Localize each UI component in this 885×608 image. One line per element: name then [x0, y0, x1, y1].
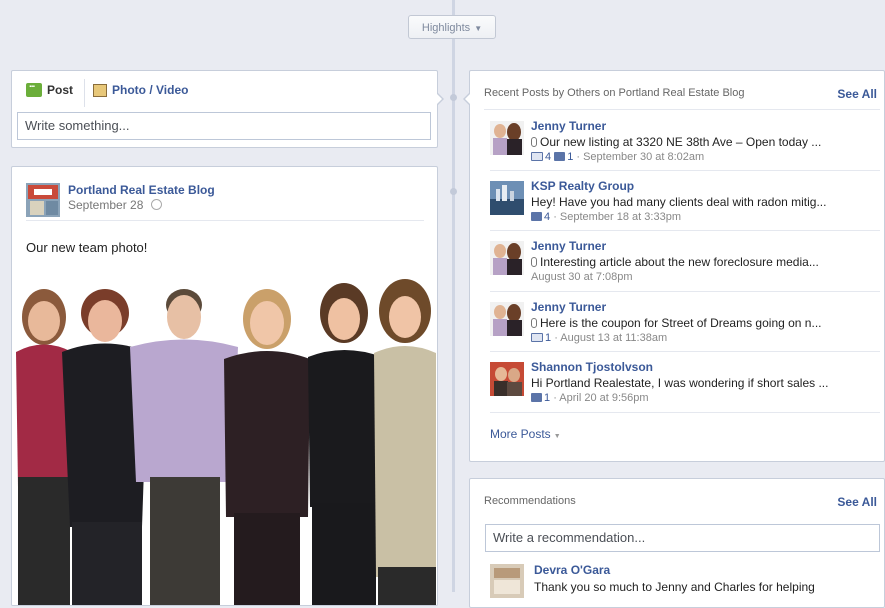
avatar[interactable]: [490, 564, 524, 598]
recommendations-card: Recommendations See All Write a recommen…: [469, 478, 885, 608]
see-all-link[interactable]: See All: [837, 495, 877, 509]
more-posts-label: More Posts: [490, 427, 551, 441]
comment-count[interactable]: 1: [544, 392, 550, 404]
divider: [490, 412, 880, 413]
attachment-icon: [531, 137, 537, 147]
divider: [490, 291, 880, 292]
page-avatar[interactable]: [26, 183, 60, 217]
post-text: Our new team photo!: [26, 240, 148, 255]
recommendations-heading: Recommendations: [484, 495, 576, 507]
chevron-down-icon: ▼: [474, 24, 483, 33]
post-time[interactable]: · September 18 at 3:33pm: [553, 211, 681, 223]
author-name[interactable]: Shannon Tjostolvson: [531, 360, 653, 374]
tab-divider: [84, 79, 85, 107]
composer-card: Post Photo / Video Write something...: [11, 70, 444, 148]
like-count[interactable]: 4: [545, 151, 551, 163]
author-name[interactable]: Jenny Turner: [531, 119, 606, 133]
divider: [26, 220, 424, 221]
more-posts-link[interactable]: More Posts ▼: [490, 427, 561, 441]
chevron-down-icon: ▼: [553, 433, 561, 440]
timeline-spine: [452, 0, 455, 592]
post-excerpt[interactable]: Interesting article about the new forecl…: [531, 255, 876, 269]
tab-photo-label: Photo / Video: [112, 83, 189, 97]
avatar[interactable]: [490, 121, 524, 155]
post-meta: 1 · April 20 at 9:56pm: [531, 392, 649, 404]
avatar[interactable]: [490, 241, 524, 275]
like-count[interactable]: 1: [545, 332, 551, 344]
recent-posts-heading: Recent Posts by Others on Portland Real …: [484, 87, 745, 99]
divider: [490, 170, 880, 171]
post-meta: 4 1 · September 30 at 8:02am: [531, 151, 704, 163]
timeline-dot: [450, 188, 457, 195]
comment-count[interactable]: 4: [544, 211, 550, 223]
post-excerpt-text: Our new listing at 3320 NE 38th Ave – Op…: [540, 135, 822, 149]
comment-count[interactable]: 1: [567, 151, 573, 163]
tab-post[interactable]: Post: [26, 79, 74, 97]
author-name[interactable]: KSP Realty Group: [531, 179, 634, 193]
tab-post-label: Post: [47, 83, 74, 97]
post-time[interactable]: · August 13 at 11:38am: [554, 332, 667, 344]
post-meta: 1 · August 13 at 11:38am: [531, 332, 667, 344]
attachment-icon: [531, 318, 537, 328]
divider: [490, 351, 880, 352]
team-photo[interactable]: [12, 277, 437, 605]
timeline-dot: [450, 94, 457, 101]
status-icon: [26, 79, 42, 97]
post-excerpt[interactable]: Here is the coupon for Street of Dreams …: [531, 316, 876, 330]
author-name[interactable]: Jenny Turner: [531, 300, 606, 314]
highlights-label: Highlights: [421, 22, 471, 34]
divider: [490, 230, 880, 231]
post-date[interactable]: September 28: [68, 198, 143, 212]
post-excerpt-text: Interesting article about the new forecl…: [540, 255, 819, 269]
photo-icon: [93, 83, 108, 97]
post-meta: September 28: [68, 198, 162, 212]
post-excerpt-text: Here is the coupon for Street of Dreams …: [540, 316, 822, 330]
post-excerpt[interactable]: Hey! Have you had many clients deal with…: [531, 195, 876, 209]
recommendation-input[interactable]: Write a recommendation...: [485, 524, 880, 552]
highlights-dropdown[interactable]: Highlights ▼: [408, 15, 496, 39]
recent-posts-card: Recent Posts by Others on Portland Real …: [463, 70, 885, 462]
post-meta: 4 · September 18 at 3:33pm: [531, 211, 681, 223]
see-all-link[interactable]: See All: [837, 87, 877, 101]
avatar[interactable]: [490, 302, 524, 336]
post-excerpt[interactable]: Our new listing at 3320 NE 38th Ave – Op…: [531, 135, 876, 149]
comment-icon: [554, 152, 566, 161]
post-time[interactable]: August 30 at 7:08pm: [531, 271, 633, 283]
comment-icon: [531, 212, 542, 221]
author-name[interactable]: Jenny Turner: [531, 239, 606, 253]
comment-icon: [531, 393, 542, 402]
like-icon: [531, 152, 543, 161]
like-icon: [531, 333, 543, 342]
pointer-arrow: [463, 93, 470, 105]
status-input[interactable]: Write something...: [17, 112, 431, 140]
post-card: Portland Real Estate Blog September 28 O…: [11, 166, 438, 606]
avatar[interactable]: [490, 362, 524, 396]
globe-icon: [150, 199, 162, 210]
composer-tabs: Post Photo / Video: [26, 79, 188, 97]
recommender-name[interactable]: Devra O'Gara: [534, 563, 610, 577]
avatar[interactable]: [490, 181, 524, 215]
divider: [484, 109, 880, 110]
tab-photo-video[interactable]: Photo / Video: [93, 83, 188, 97]
post-time[interactable]: · April 20 at 9:56pm: [553, 392, 648, 404]
post-excerpt[interactable]: Hi Portland Realestate, I was wondering …: [531, 376, 876, 390]
attachment-icon: [531, 257, 537, 267]
post-time[interactable]: · September 30 at 8:02am: [576, 151, 704, 163]
page-name-link[interactable]: Portland Real Estate Blog: [68, 183, 215, 197]
pointer-arrow: [437, 93, 444, 105]
